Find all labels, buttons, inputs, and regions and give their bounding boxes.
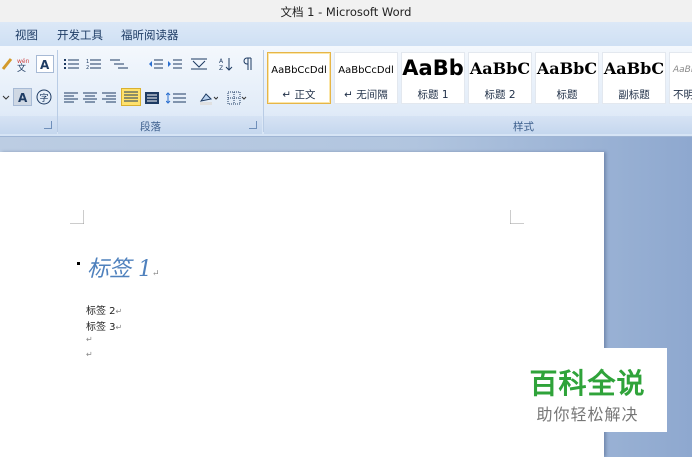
paragraph-mark: ↵ [115,323,123,332]
heading-text: 标签 1 [87,257,152,282]
style-name: ↵ 无间隔 [344,89,388,101]
clear-format-icon[interactable] [0,55,14,73]
style-name: 标题 1 [417,89,449,101]
ribbon: wén 文 A A 字 12 AZ 段落 AaBbCcDdl ↵ 正文 AaBb… [0,46,692,137]
show-paragraph-marks-icon[interactable] [239,55,257,73]
style-name: 标题 2 [484,89,516,101]
decrease-indent-icon[interactable] [147,55,165,73]
style-name: ↵ 正文 [282,89,316,101]
style-sample: AaBb [402,56,464,80]
font-color-dropdown-icon[interactable] [0,89,11,107]
align-center-icon[interactable] [81,89,99,107]
style-sample: AaBl [673,65,692,75]
style-name: 不明 [673,89,692,101]
increase-indent-icon[interactable] [166,55,184,73]
list-bullet [77,262,80,265]
justify-icon[interactable] [121,88,141,106]
bullets-icon[interactable] [62,55,82,73]
tab-view[interactable]: 视图 [15,27,38,43]
phonetic-guide-icon[interactable]: wén 文 [15,55,33,73]
paragraph-mark: ↵ [86,335,93,344]
ribbon-tab-bar: 视图 开发工具 福昕阅读器 [0,22,692,46]
style-name: 标题 [556,89,578,101]
body-line[interactable]: 标签 2↵ [86,302,122,317]
svg-text:A: A [219,58,224,65]
window-title: 文档 1 - Microsoft Word [280,5,412,19]
numbering-icon[interactable]: 12 [83,55,105,73]
styles-group-footer [264,116,692,134]
margin-corner-mark [510,210,524,224]
paragraph-dialog-launcher-icon[interactable] [249,121,257,129]
margin-corner-mark [70,210,84,224]
styles-group-label: 样式 [513,121,534,133]
chinese-layout-icon[interactable] [186,55,212,73]
borders-icon[interactable] [224,89,250,107]
style-normal[interactable]: AaBbCcDdl ↵ 正文 [267,52,331,104]
svg-text:文: 文 [17,62,26,72]
font-dialog-launcher-icon[interactable] [44,121,52,129]
style-heading-1[interactable]: AaBb 标题 1 [401,52,465,104]
body-text: 标签 2 [86,306,116,317]
svg-text:Z: Z [219,65,223,71]
multilevel-list-icon[interactable] [107,55,131,73]
tab-foxit-reader[interactable]: 福昕阅读器 [121,27,179,43]
style-sample: AaBbC [469,59,531,78]
enclose-character-icon[interactable]: 字 [34,88,54,106]
style-sample: AaBbCcDdl [338,65,394,76]
align-left-icon[interactable] [62,89,80,107]
watermark-subtitle: 助你轻松解决 [536,405,639,424]
body-text: 标签 3 [86,322,116,333]
distributed-align-icon[interactable] [143,89,161,107]
style-name: 副标题 [618,89,650,101]
body-line[interactable]: 标签 3↵ [86,318,122,333]
title-bar: 文档 1 - Microsoft Word [0,0,692,22]
watermark-logo: 百科全说 助你轻松解决 [508,348,667,432]
paragraph-mark: ↵ [86,350,93,359]
line-spacing-icon[interactable] [163,89,189,107]
svg-text:2: 2 [86,65,89,70]
tab-developer[interactable]: 开发工具 [57,27,103,43]
style-subtle-emphasis[interactable]: AaBl 不明 [669,52,692,104]
heading-line[interactable]: 标签 1↵ [87,251,160,283]
style-heading-2[interactable]: AaBbC 标题 2 [468,52,532,104]
svg-text:字: 字 [40,92,49,104]
paragraph-group-label: 段落 [140,121,161,133]
style-no-spacing[interactable]: AaBbCcDdl ↵ 无间隔 [334,52,398,104]
character-border-icon[interactable]: A [36,55,54,73]
character-shading-icon[interactable]: A [13,88,32,106]
shading-icon[interactable] [195,89,221,107]
style-title[interactable]: AaBbC 标题 [535,52,599,104]
svg-text:A: A [18,91,28,104]
paragraph-mark: ↵ [115,307,123,316]
sort-icon[interactable]: AZ [217,55,235,73]
style-subtitle[interactable]: AaBbC 副标题 [602,52,666,104]
style-sample: AaBbC [603,59,665,78]
watermark-title: 百科全说 [529,367,646,400]
style-sample: AaBbCcDdl [271,65,327,76]
svg-text:A: A [40,58,50,71]
style-sample: AaBbC [536,59,598,78]
paragraph-mark: ↵ [152,269,160,279]
align-right-icon[interactable] [100,89,118,107]
